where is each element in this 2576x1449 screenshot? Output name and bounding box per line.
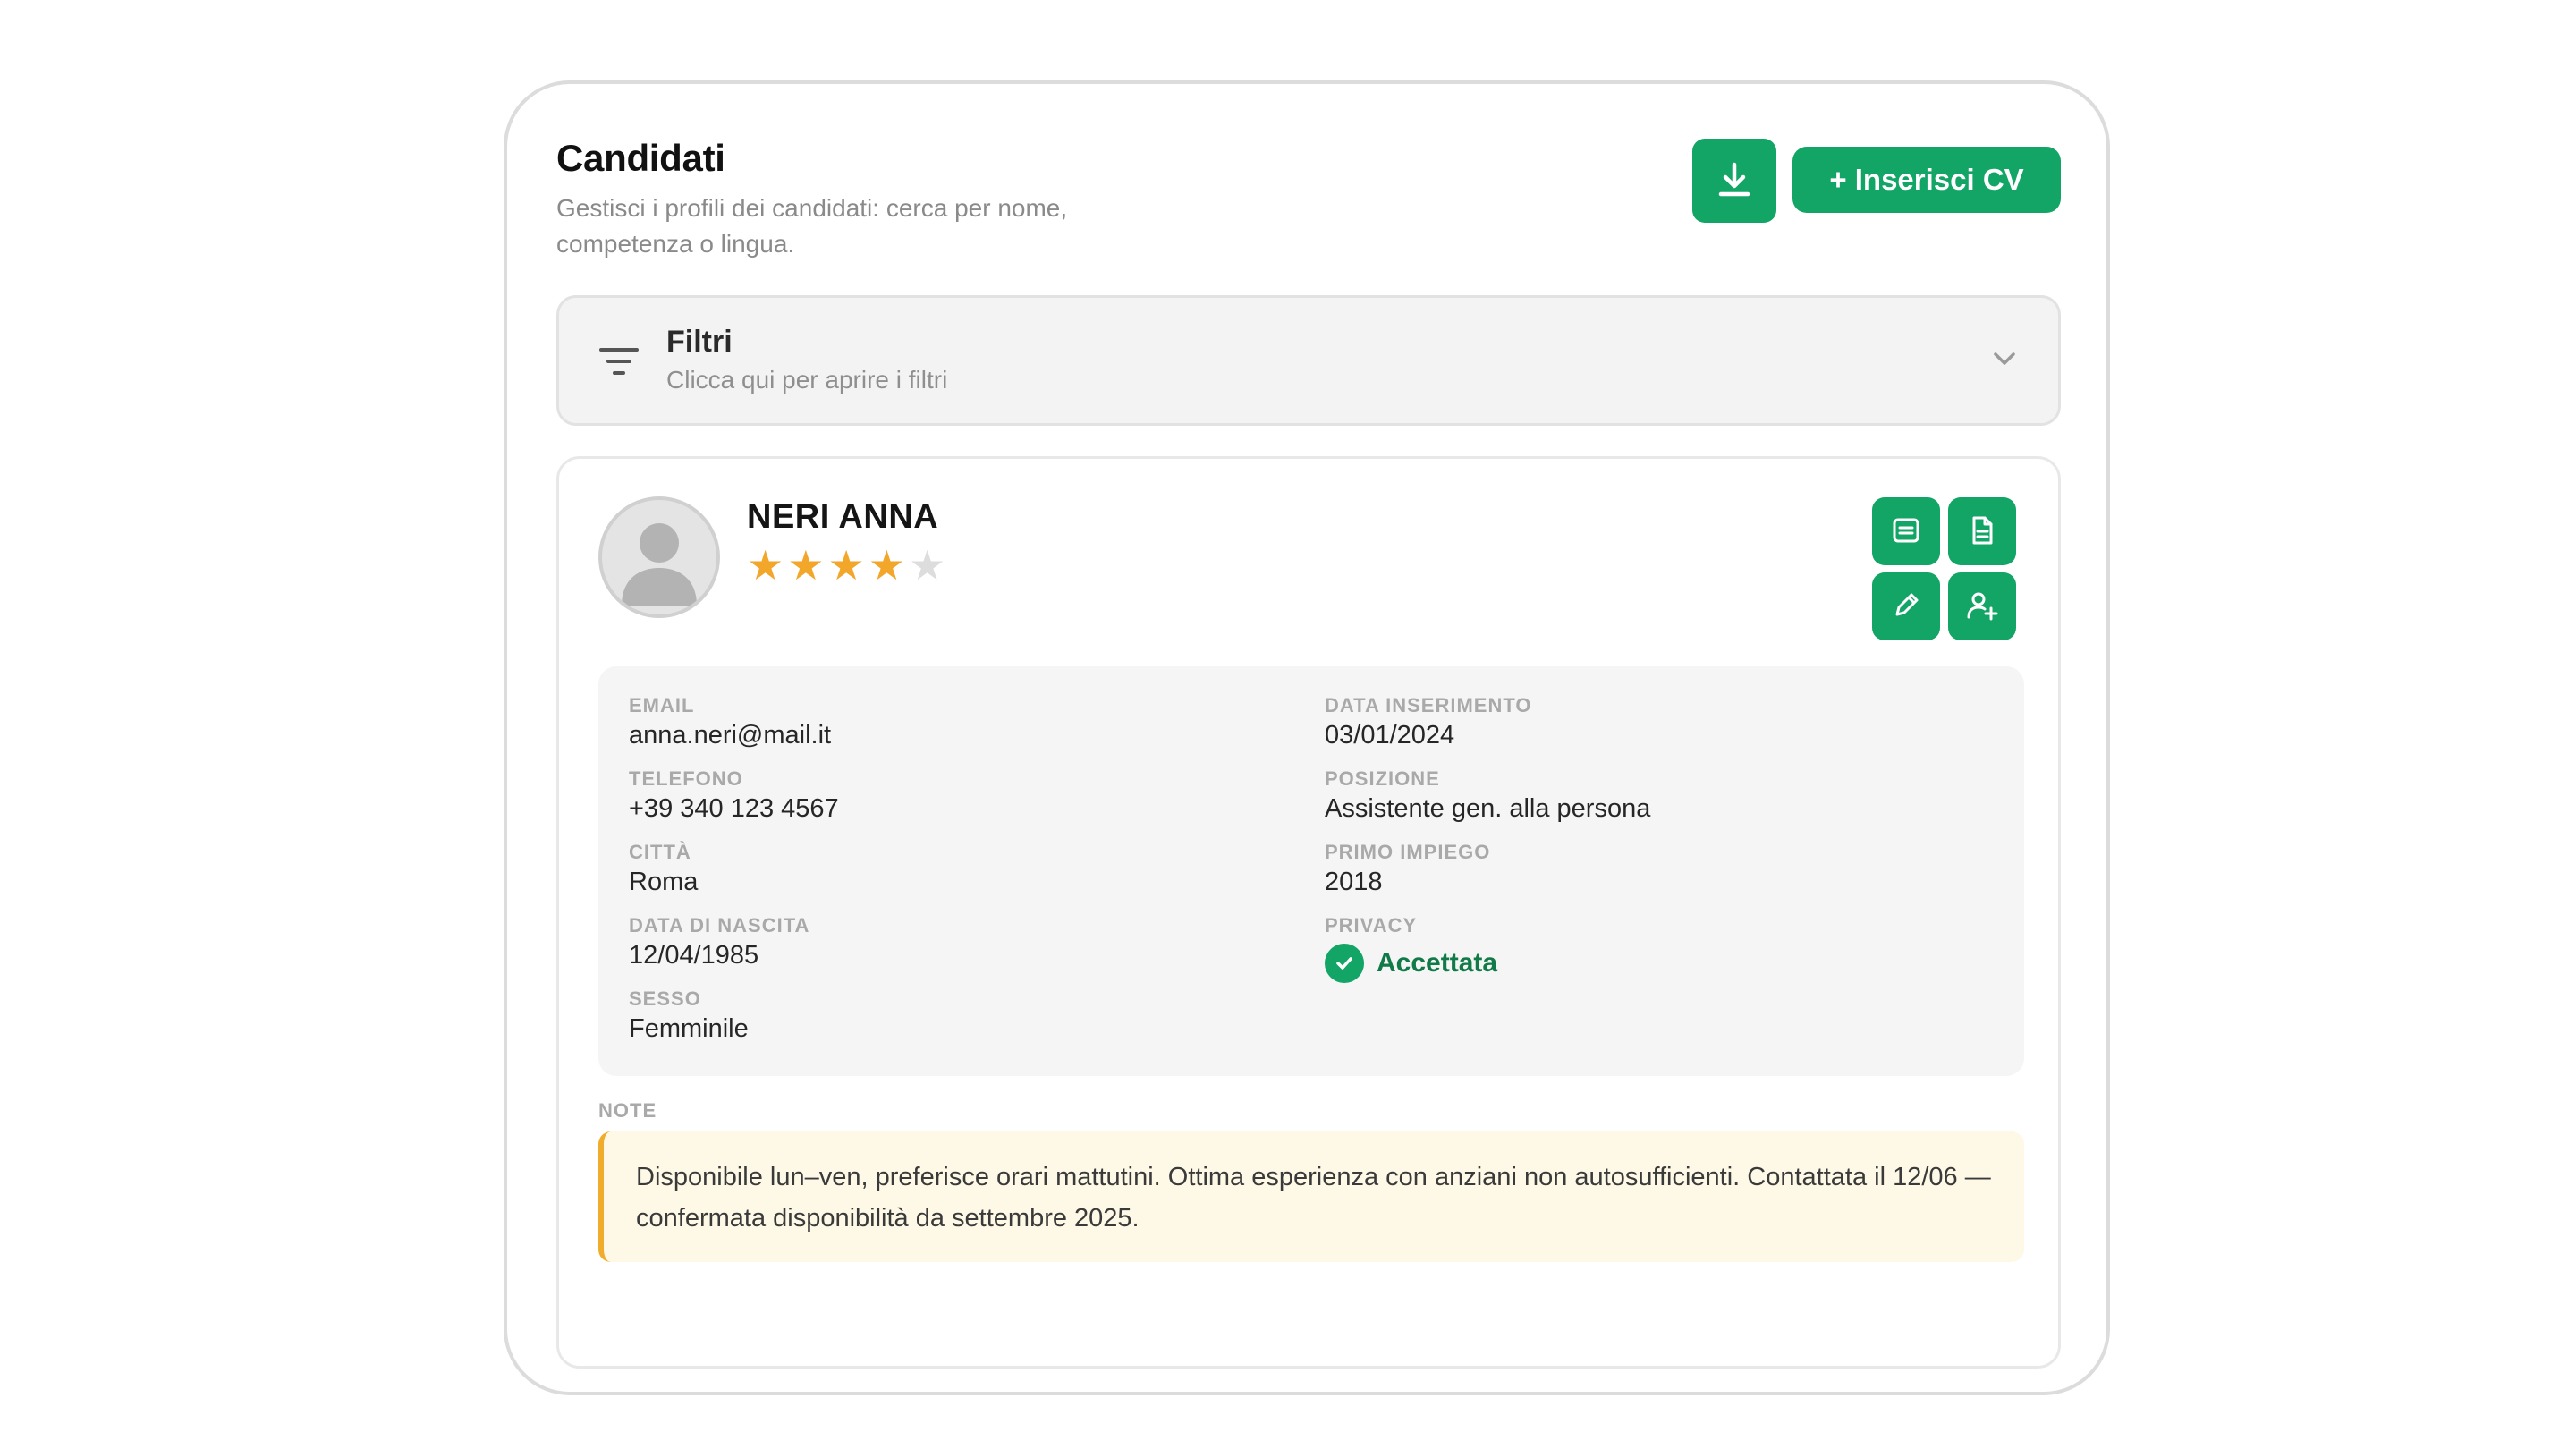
app-frame: Candidati Gestisci i profili dei candida…: [504, 80, 2110, 1395]
insert-cv-button[interactable]: + Inserisci CV: [1792, 147, 2061, 213]
check-icon: [1325, 944, 1364, 983]
candidates-screen: Candidati Gestisci i profili dei candida…: [556, 133, 2061, 1392]
document-icon: [1966, 514, 1998, 549]
candidate-card: NERI ANNA ★ ★ ★ ★ ★ EMAIL anna.neri@mail…: [556, 456, 2061, 1368]
notes-box: Disponibile lun–ven, preferisce orari ma…: [598, 1131, 2024, 1262]
download-icon: [1716, 161, 1752, 201]
field-email: Email anna.neri@mail.it: [629, 694, 832, 750]
user-plus-icon: [1965, 589, 1999, 624]
details-left-column: Email anna.neri@mail.it Telefono +39 340…: [629, 693, 839, 1060]
field-privacy: Privacy Accettata: [1325, 913, 1650, 983]
star-icon: ★: [747, 541, 784, 589]
star-icon: ★: [827, 541, 865, 589]
star-icon: ★: [868, 541, 905, 589]
star-icon: ★: [787, 541, 825, 589]
candidate-details: Email anna.neri@mail.it Telefono +39 340…: [598, 666, 2024, 1076]
edit-button[interactable]: [1872, 572, 1940, 640]
field-phone: Telefono +39 340 123 4567: [629, 767, 839, 823]
rating-stars: ★ ★ ★ ★ ★: [747, 545, 945, 586]
avatar: [598, 496, 720, 618]
download-button[interactable]: [1692, 139, 1776, 223]
filters-hint: Clicca qui per aprire i filtri: [666, 366, 948, 394]
pencil-icon: [1890, 589, 1922, 624]
filters-title: Filtri: [666, 325, 733, 359]
chevron-down-icon[interactable]: [1990, 350, 2019, 372]
notes-label: NOTE: [598, 1099, 657, 1122]
candidate-name: NERI ANNA: [747, 498, 939, 536]
list-details-icon: [1890, 514, 1922, 549]
page-subtitle: Gestisci i profili dei candidati: cerca …: [556, 194, 1068, 258]
cv-document-button[interactable]: [1948, 497, 2016, 565]
notes-text: Disponibile lun–ven, preferisce orari ma…: [636, 1163, 1991, 1233]
star-empty-icon: ★: [909, 541, 946, 589]
page-title: Candidati: [556, 137, 725, 179]
field-position: Posizione Assistente gen. alla persona: [1325, 767, 1651, 823]
field-insert-date: Data inserimento 03/01/2024: [1325, 694, 1532, 750]
field-city: Città Roma: [629, 841, 699, 896]
details-right-column: Data inserimento 03/01/2024 Posizione As…: [1325, 693, 1650, 997]
add-user-button[interactable]: [1948, 572, 2016, 640]
field-birth-date: Data di nascita 12/04/1985: [629, 914, 810, 970]
field-first-job: Primo impiego 2018: [1325, 841, 1491, 896]
page-header: Candidati Gestisci i profili dei candida…: [556, 133, 2061, 267]
filters-panel[interactable]: Filtri Clicca qui per aprire i filtri: [556, 295, 2061, 426]
filter-icon: [598, 344, 640, 385]
field-gender: Sesso Femminile: [629, 987, 749, 1043]
privacy-status: Accettata: [1325, 944, 1650, 983]
details-button[interactable]: [1872, 497, 1940, 565]
